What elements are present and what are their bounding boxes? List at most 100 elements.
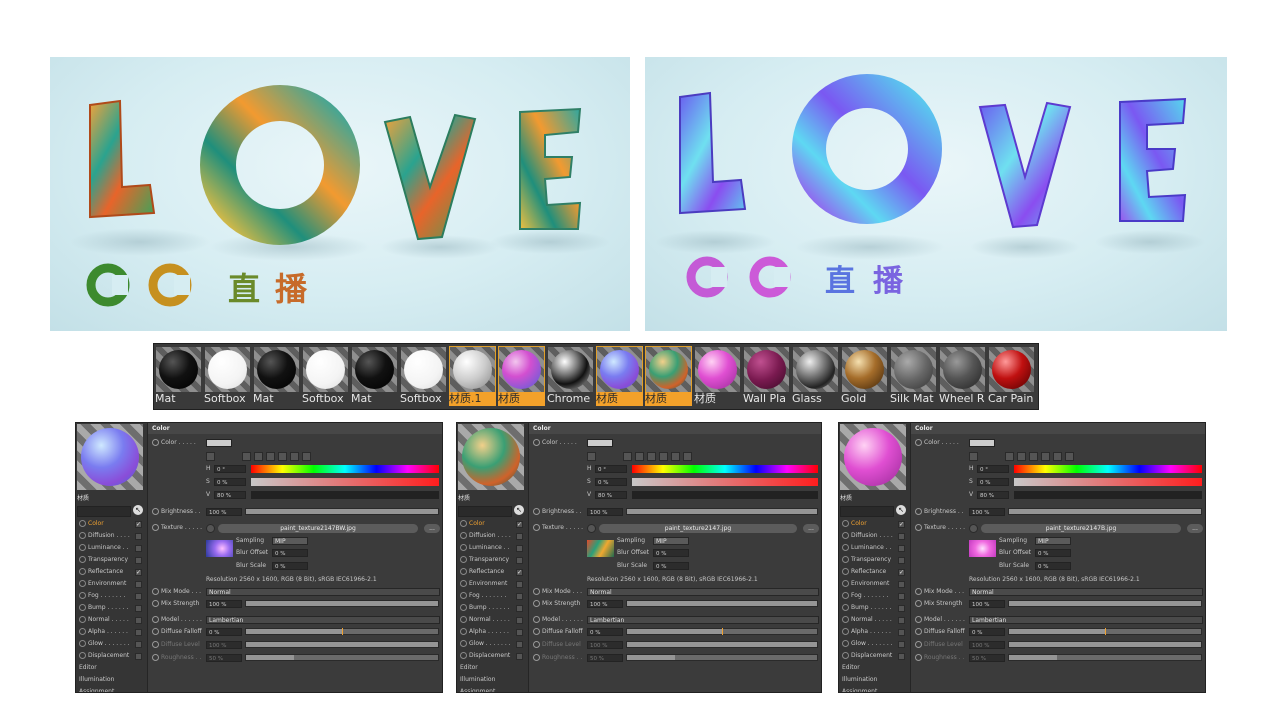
hue-field[interactable]: 0 ° — [214, 465, 246, 473]
sampling-dropdown[interactable]: MIP — [1035, 537, 1071, 545]
hsv-icon[interactable] — [1029, 452, 1038, 461]
material-item[interactable]: Silk Mat — [890, 346, 937, 407]
channel-fog[interactable]: Fog . . . . . . . — [79, 591, 145, 601]
blur-scale-field[interactable]: 0 % — [1035, 562, 1071, 570]
eyedropper-icon[interactable] — [1065, 452, 1074, 461]
brightness-field[interactable]: 100 % — [206, 508, 242, 516]
kelvin-icon[interactable] — [1041, 452, 1050, 461]
color-wheel-icon[interactable] — [969, 452, 978, 461]
color-swatch[interactable] — [206, 439, 232, 447]
channel-illumination[interactable]: Illumination — [842, 675, 908, 685]
channel-checkbox[interactable] — [516, 605, 523, 612]
channel-checkbox[interactable] — [516, 533, 523, 540]
channel-checkbox[interactable] — [135, 557, 142, 564]
animate-radio-icon[interactable] — [915, 628, 922, 635]
diffuse-level-slider[interactable] — [1008, 641, 1202, 648]
color-swatch[interactable] — [587, 439, 613, 447]
color-wheel-icon[interactable] — [587, 452, 596, 461]
rgb-icon[interactable] — [635, 452, 644, 461]
picker-icon[interactable]: ↖ — [896, 505, 906, 515]
diffuse-falloff-field[interactable]: 0 % — [969, 628, 1005, 636]
diffuse-falloff-slider[interactable] — [626, 628, 818, 635]
diffuse-falloff-slider[interactable] — [1008, 628, 1202, 635]
mix-strength-slider[interactable] — [626, 600, 818, 607]
mix-mode-dropdown[interactable]: Normal — [969, 588, 1203, 596]
spectrum-icon[interactable] — [623, 452, 632, 461]
diffuse-level-field[interactable]: 100 % — [206, 641, 242, 649]
channel-checkbox[interactable] — [516, 581, 523, 588]
picker-icon[interactable]: ↖ — [133, 505, 143, 515]
channel-checkbox[interactable] — [898, 629, 905, 636]
channel-checkbox[interactable] — [516, 557, 523, 564]
channel-glow[interactable]: Glow . . . . . . . — [79, 639, 145, 649]
brightness-field[interactable]: 100 % — [587, 508, 623, 516]
model-dropdown[interactable]: Lambertian — [587, 616, 819, 624]
animate-radio-icon[interactable] — [533, 654, 540, 661]
blur-offset-field[interactable]: 0 % — [1035, 549, 1071, 557]
animate-radio-icon[interactable] — [915, 641, 922, 648]
material-item[interactable]: Glass — [792, 346, 839, 407]
channel-reflectance[interactable]: Reflectance ✓ — [842, 567, 908, 577]
channel-transparency[interactable]: Transparency — [842, 555, 908, 565]
mix-mode-dropdown[interactable]: Normal — [587, 588, 819, 596]
material-item[interactable]: 材质.1 — [449, 346, 496, 407]
animate-radio-icon[interactable] — [152, 524, 159, 531]
diffuse-level-slider[interactable] — [626, 641, 818, 648]
channel-illumination[interactable]: Illumination — [79, 675, 145, 685]
brightness-field[interactable]: 100 % — [969, 508, 1005, 516]
animate-radio-icon[interactable] — [533, 600, 540, 607]
animate-radio-icon[interactable] — [533, 588, 540, 595]
sat-slider[interactable] — [251, 478, 439, 486]
eyedropper-icon[interactable] — [302, 452, 311, 461]
texture-file-button[interactable]: paint_texture2147BW.jpg — [218, 524, 418, 533]
spectrum-icon[interactable] — [1005, 452, 1014, 461]
channel-checkbox[interactable] — [898, 581, 905, 588]
channel-alpha[interactable]: Alpha . . . . . . — [842, 627, 908, 637]
channel-assignment[interactable]: Assignment — [79, 687, 145, 692]
roughness-field[interactable]: 50 % — [969, 654, 1005, 662]
roughness-slider[interactable] — [1008, 654, 1202, 661]
channel-luminance[interactable]: Luminance . . — [842, 543, 908, 553]
channel-bump[interactable]: Bump . . . . . . — [79, 603, 145, 613]
channel-editor[interactable]: Editor — [460, 663, 526, 673]
channel-environment[interactable]: Environment — [79, 579, 145, 589]
channel-luminance[interactable]: Luminance . . — [460, 543, 526, 553]
material-item[interactable]: Softbox — [400, 346, 447, 407]
channel-checkbox[interactable] — [135, 581, 142, 588]
channel-diffusion[interactable]: Diffusion . . . . — [842, 531, 908, 541]
channel-normal[interactable]: Normal . . . . . — [460, 615, 526, 625]
roughness-field[interactable]: 50 % — [587, 654, 623, 662]
channel-checkbox[interactable] — [898, 545, 905, 552]
channel-checkbox[interactable] — [516, 593, 523, 600]
animate-radio-icon[interactable] — [152, 439, 159, 446]
channel-editor[interactable]: Editor — [79, 663, 145, 673]
channel-reflectance[interactable]: Reflectance ✓ — [79, 567, 145, 577]
channel-checkbox[interactable] — [516, 641, 523, 648]
val-slider[interactable] — [1014, 491, 1202, 499]
material-item[interactable]: 材质 — [694, 346, 741, 407]
mix-strength-field[interactable]: 100 % — [587, 600, 623, 608]
mix-mode-dropdown[interactable]: Normal — [206, 588, 440, 596]
rgb-icon[interactable] — [1017, 452, 1026, 461]
mix-strength-field[interactable]: 100 % — [206, 600, 242, 608]
channel-normal[interactable]: Normal . . . . . — [79, 615, 145, 625]
channel-color[interactable]: Color ✓ — [460, 519, 526, 529]
kelvin-icon[interactable] — [659, 452, 668, 461]
channel-displacement[interactable]: Displacement — [460, 651, 526, 661]
material-item[interactable]: Wall Pla — [743, 346, 790, 407]
picker-icon[interactable]: ↖ — [514, 505, 524, 515]
animate-radio-icon[interactable] — [915, 508, 922, 515]
blur-scale-field[interactable]: 0 % — [272, 562, 308, 570]
channel-transparency[interactable]: Transparency — [460, 555, 526, 565]
channel-color[interactable]: Color ✓ — [842, 519, 908, 529]
animate-radio-icon[interactable] — [915, 616, 922, 623]
channel-fog[interactable]: Fog . . . . . . . — [460, 591, 526, 601]
channel-color[interactable]: Color ✓ — [79, 519, 145, 529]
animate-radio-icon[interactable] — [152, 588, 159, 595]
animate-radio-icon[interactable] — [533, 641, 540, 648]
animate-radio-icon[interactable] — [915, 600, 922, 607]
diffuse-falloff-field[interactable]: 0 % — [206, 628, 242, 636]
rgb-icon[interactable] — [254, 452, 263, 461]
material-item[interactable]: 材质 — [596, 346, 643, 407]
channel-glow[interactable]: Glow . . . . . . . — [460, 639, 526, 649]
